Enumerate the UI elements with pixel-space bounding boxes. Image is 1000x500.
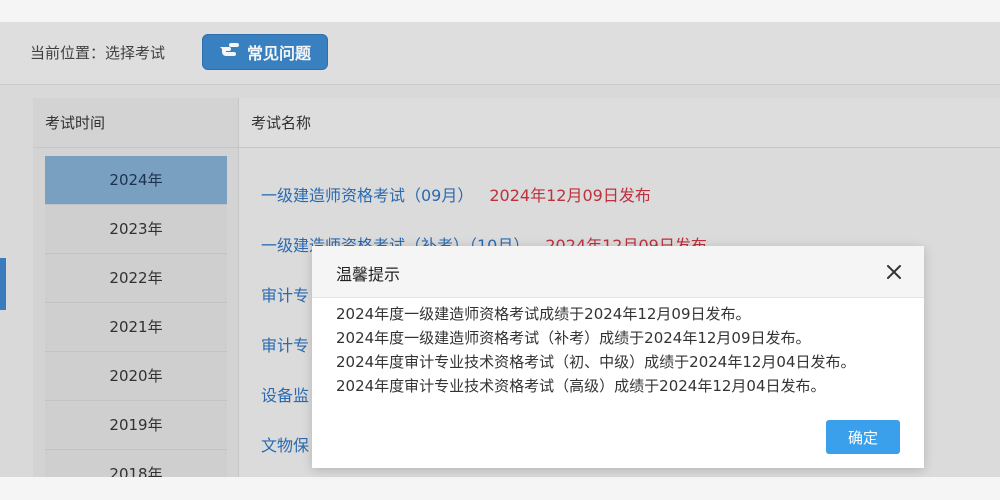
close-icon[interactable] bbox=[884, 262, 904, 282]
dialog-title: 温馨提示 bbox=[336, 265, 401, 284]
dialog-header: 温馨提示 bbox=[312, 246, 924, 298]
dialog-message-line: 2024年度一级建造师资格考试（补考）成绩于2024年12月09日发布。 bbox=[336, 329, 811, 347]
dialog-message-line: 2024年度审计专业技术资格考试（初、中级）成绩于2024年12月04日发布。 bbox=[336, 353, 856, 371]
dialog-message-line: 2024年度一级建造师资格考试成绩于2024年12月09日发布。 bbox=[336, 305, 751, 323]
confirm-button[interactable]: 确定 bbox=[826, 420, 900, 454]
dialog-message-line: 2024年度审计专业技术资格考试（高级）成绩于2024年12月04日发布。 bbox=[336, 377, 826, 395]
dialog-message-list: 2024年度一级建造师资格考试成绩于2024年12月09日发布。 2024年度一… bbox=[336, 302, 916, 398]
